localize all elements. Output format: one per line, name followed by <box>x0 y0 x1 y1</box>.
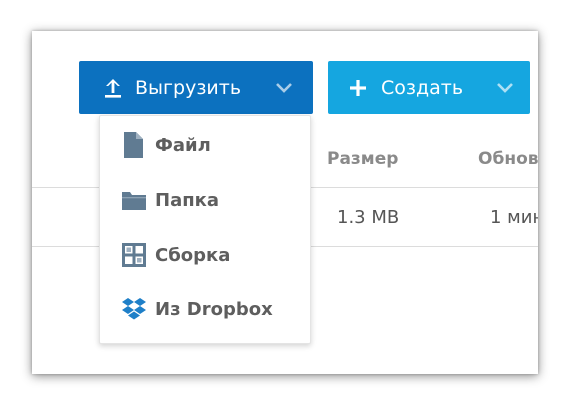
menu-item-folder[interactable]: Папка <box>100 173 310 227</box>
upload-button[interactable]: Выгрузить <box>79 61 313 114</box>
menu-item-dropbox[interactable]: Из Dropbox <box>100 282 310 336</box>
upload-icon <box>105 78 121 98</box>
upload-dropdown-menu: Файл Папка Сборка Из Dropbox <box>99 115 311 344</box>
screen: Выгрузить Создать Размер Обнов 1.3 MB 1 … <box>0 0 570 405</box>
plus-icon <box>350 79 366 96</box>
upload-button-label: Выгрузить <box>135 76 242 99</box>
chevron-down-icon[interactable] <box>275 82 293 94</box>
menu-item-label: Из Dropbox <box>155 298 273 320</box>
column-header-updated[interactable]: Обнов <box>478 149 538 169</box>
app-window: Выгрузить Создать Размер Обнов 1.3 MB 1 … <box>32 31 538 374</box>
menu-item-label: Сборка <box>155 244 231 266</box>
folder-icon <box>122 192 146 210</box>
cell-size: 1.3 MB <box>337 207 400 228</box>
menu-item-label: Файл <box>155 134 211 156</box>
dropbox-icon <box>122 298 146 320</box>
cell-updated: 1 мин <box>490 207 538 228</box>
menu-item-label: Папка <box>155 189 220 211</box>
create-button-label: Создать <box>381 76 464 99</box>
file-icon <box>124 132 143 158</box>
create-button[interactable]: Создать <box>328 61 530 114</box>
menu-item-file[interactable]: Файл <box>100 118 310 172</box>
menu-item-collection[interactable]: Сборка <box>100 228 310 282</box>
chevron-down-icon[interactable] <box>496 82 514 94</box>
collection-icon <box>122 243 146 267</box>
column-header-size[interactable]: Размер <box>327 149 398 169</box>
